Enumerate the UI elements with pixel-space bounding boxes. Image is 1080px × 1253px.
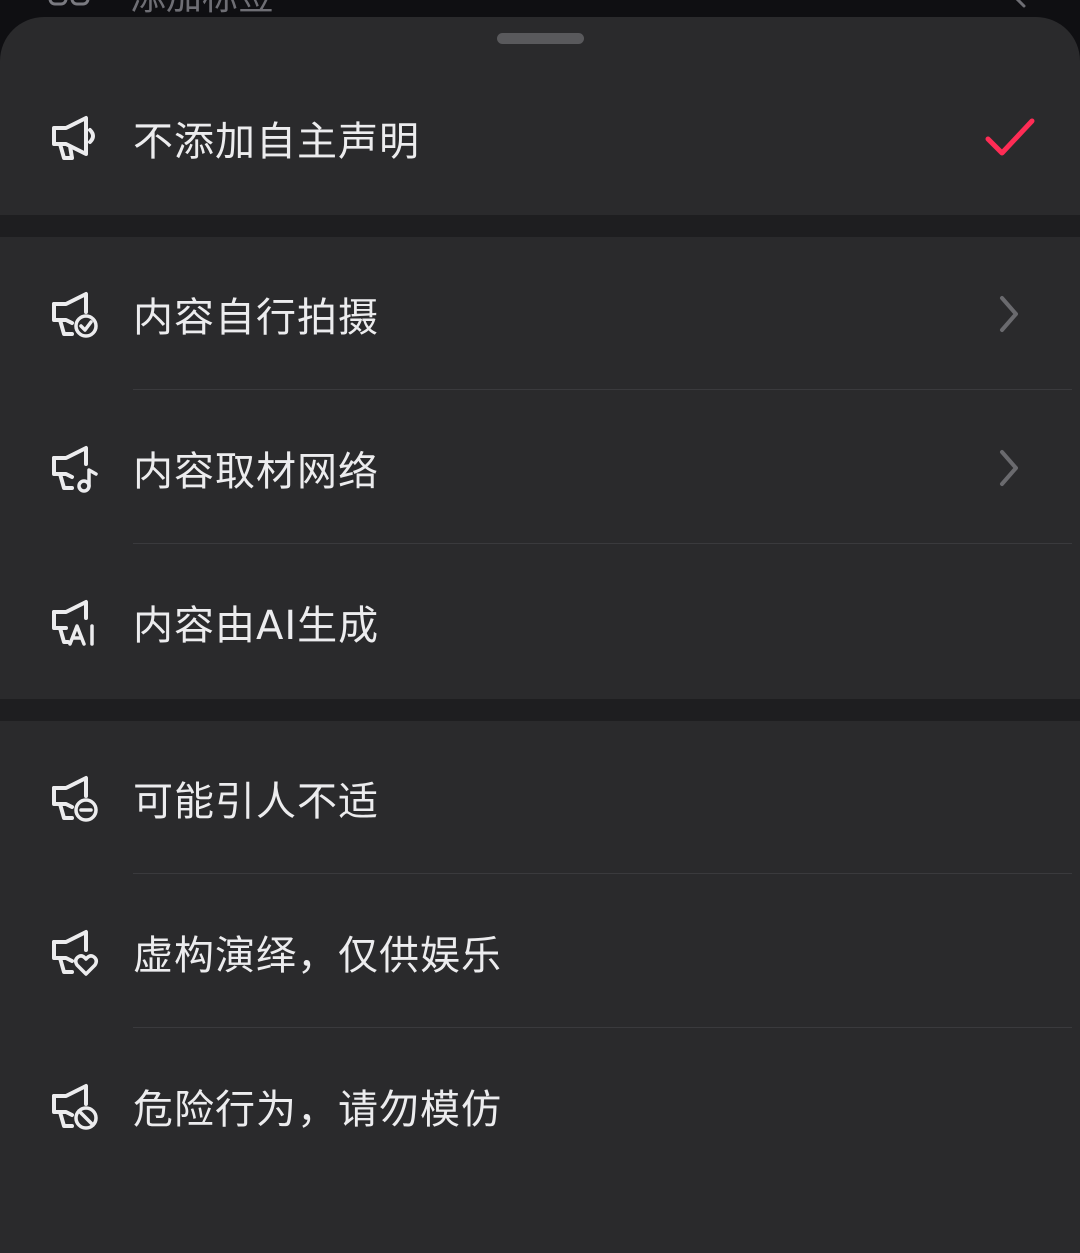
section-gap xyxy=(0,215,1080,237)
chevron-right-icon xyxy=(1000,450,1018,486)
option-ai-generated[interactable]: 内容由AI生成 xyxy=(0,545,1080,699)
option-discomfort[interactable]: 可能引人不适 xyxy=(0,721,1080,875)
row-divider xyxy=(133,1027,1072,1028)
option-fiction[interactable]: 虚构演绎，仅供娱乐 xyxy=(0,875,1080,1029)
option-dangerous[interactable]: 危险行为，请勿模仿 xyxy=(0,1029,1080,1183)
checkmark-icon xyxy=(985,118,1035,156)
chevron-right-icon xyxy=(1000,296,1018,332)
megaphone-minus-icon xyxy=(52,776,98,822)
megaphone-icon xyxy=(52,116,95,160)
option-label: 内容自行拍摄 xyxy=(133,295,379,341)
option-from-web[interactable]: 内容取材网络 xyxy=(0,391,1080,545)
drag-handle[interactable] xyxy=(497,33,584,44)
option-label: 不添加自主声明 xyxy=(133,119,420,165)
row-divider xyxy=(133,543,1072,544)
section-gap xyxy=(0,699,1080,721)
add-tag-label: 添加标签 xyxy=(130,0,274,18)
option-label: 危险行为，请勿模仿 xyxy=(133,1087,502,1133)
megaphone-ban-icon xyxy=(52,1084,98,1130)
option-label: 虚构演绎，仅供娱乐 xyxy=(133,933,502,979)
megaphone-music-icon xyxy=(52,446,98,493)
row-divider xyxy=(133,389,1072,390)
statement-bottom-sheet: 不添加自主声明 内容自行拍摄 内容取材网络 内容由AI生成 可能引人不适 虚构演… xyxy=(0,17,1080,1253)
option-none[interactable]: 不添加自主声明 xyxy=(0,61,1080,215)
megaphone-heart-icon xyxy=(52,930,99,976)
row-divider xyxy=(133,873,1072,874)
megaphone-check-icon xyxy=(52,292,98,338)
tag-grid-icon xyxy=(48,0,90,6)
option-label: 可能引人不适 xyxy=(133,779,379,825)
option-label: 内容取材网络 xyxy=(133,449,379,495)
option-self-shot[interactable]: 内容自行拍摄 xyxy=(0,237,1080,391)
option-label: 内容由AI生成 xyxy=(133,603,380,649)
megaphone-ai-icon xyxy=(52,600,94,646)
